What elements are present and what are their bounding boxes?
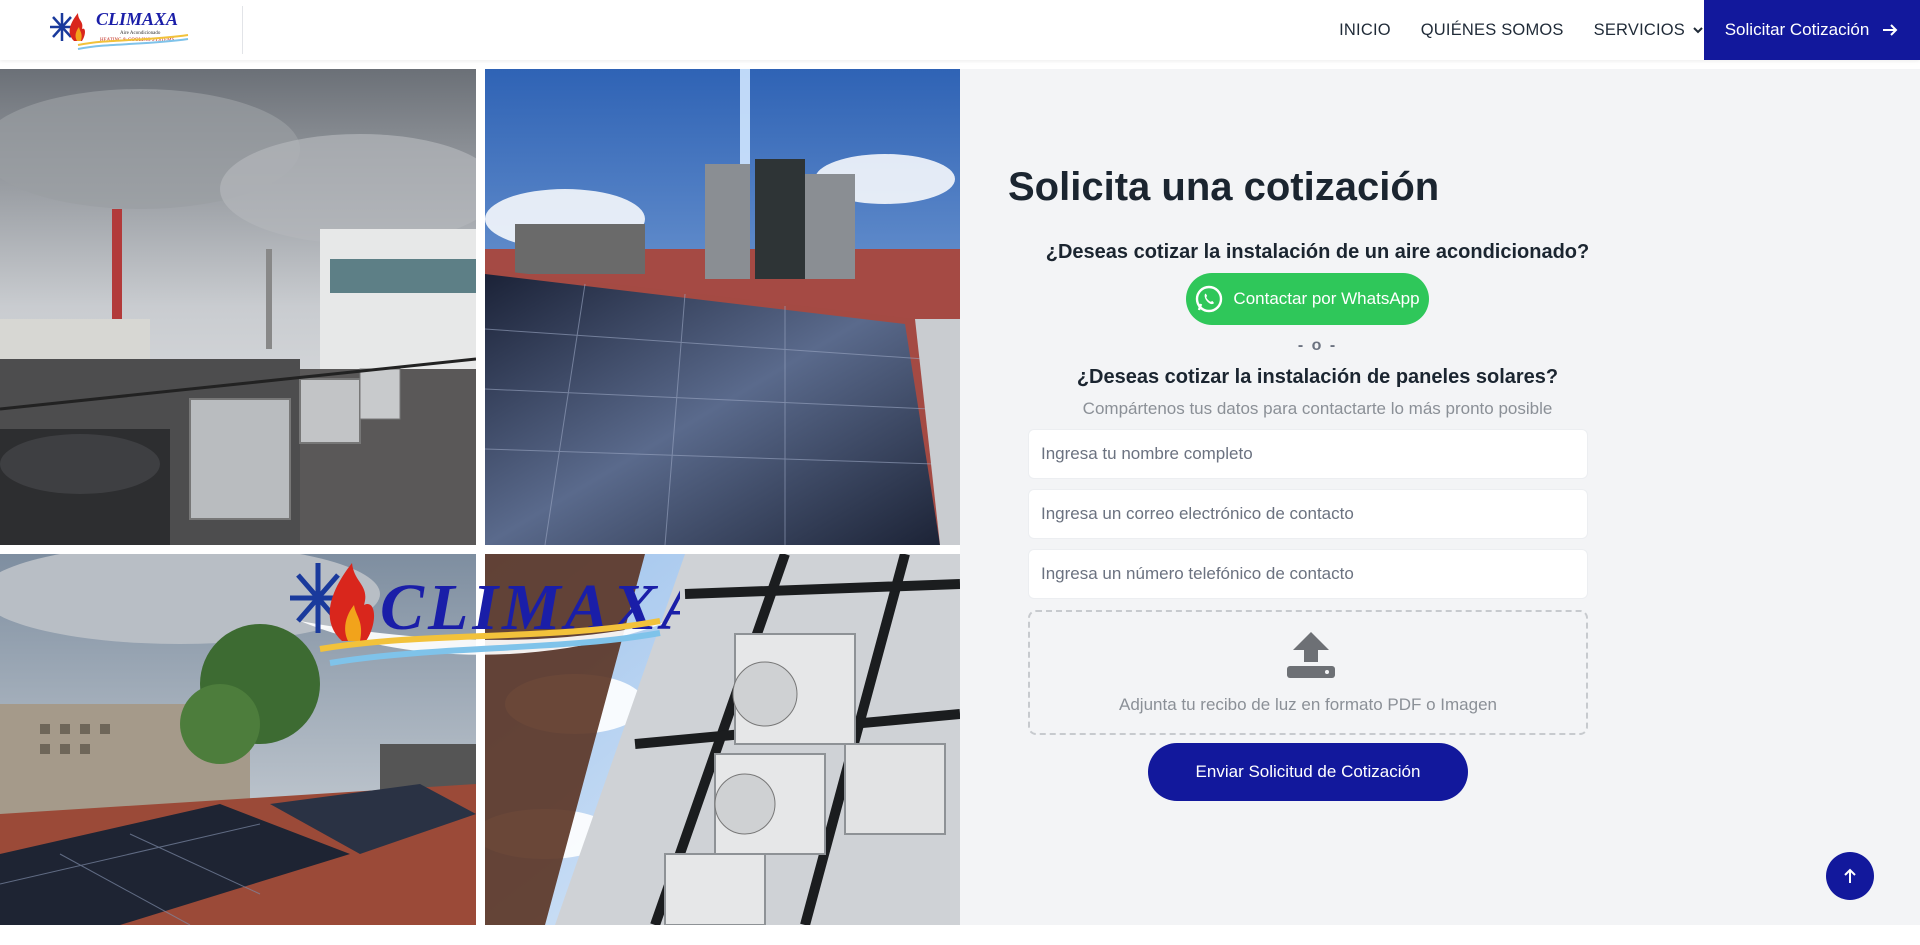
whatsapp-label: Contactar por WhatsApp bbox=[1233, 289, 1420, 308]
svg-text:CLIMAXA: CLIMAXA bbox=[96, 9, 178, 29]
whatsapp-icon bbox=[1196, 285, 1223, 313]
arrow-right-icon bbox=[1883, 24, 1898, 36]
arrow-up-icon bbox=[1844, 868, 1856, 883]
file-upload-dropzone[interactable]: Adjunta tu recibo de luz en formato PDF … bbox=[1028, 610, 1588, 735]
chevron-down-icon bbox=[1693, 27, 1703, 34]
photo-solar-panels-rooftop bbox=[485, 69, 960, 545]
nav-inicio[interactable]: INICIO bbox=[1339, 21, 1391, 40]
main-nav: INICIO QUIÉNES SOMOS SERVICIOS bbox=[1339, 0, 1705, 60]
nav-servicios-label: SERVICIOS bbox=[1593, 20, 1685, 39]
name-field[interactable] bbox=[1028, 429, 1588, 479]
email-field[interactable] bbox=[1028, 489, 1588, 539]
form-subtitle: Compártenos tus datos para contactarte l… bbox=[1082, 399, 1553, 418]
request-quote-button[interactable]: Solicitar Cotización bbox=[1704, 0, 1920, 60]
nav-quienes-somos[interactable]: QUIÉNES SOMOS bbox=[1421, 21, 1564, 40]
upload-label: Adjunta tu recibo de luz en formato PDF … bbox=[1119, 695, 1497, 714]
quote-panel: Solicita una cotización ¿Deseas cotizar … bbox=[960, 69, 1920, 925]
phone-field[interactable] bbox=[1028, 549, 1588, 599]
flame-icon bbox=[69, 13, 85, 41]
solar-question: ¿Deseas cotizar la instalación de panele… bbox=[1076, 366, 1559, 388]
scroll-to-top-button[interactable] bbox=[1826, 852, 1874, 900]
upload-icon bbox=[1287, 632, 1335, 678]
photo-rooftop-ac-units bbox=[0, 69, 476, 545]
whatsapp-button[interactable]: Contactar por WhatsApp bbox=[1186, 273, 1429, 325]
photo-collage: CLIMAXA bbox=[0, 69, 960, 925]
svg-text:Aire Acondicionado: Aire Acondicionado bbox=[120, 31, 161, 36]
submit-quote-button[interactable]: Enviar Solicitud de Cotización bbox=[1148, 743, 1468, 801]
collage-logo: CLIMAXA bbox=[290, 491, 705, 691]
logo[interactable]: CLIMAXA Aire Acondicionado HEATING & COO… bbox=[48, 5, 196, 53]
or-separator: - o - bbox=[1297, 337, 1338, 354]
request-quote-label: Solicitar Cotización bbox=[1724, 20, 1870, 39]
header-divider bbox=[242, 6, 243, 54]
page-title: Solicita una cotización bbox=[1008, 165, 1440, 209]
site-header: CLIMAXA Aire Acondicionado HEATING & COO… bbox=[0, 0, 1920, 60]
nav-servicios[interactable]: SERVICIOS bbox=[1594, 21, 1705, 40]
ac-question: ¿Deseas cotizar la instalación de un air… bbox=[1045, 241, 1590, 263]
